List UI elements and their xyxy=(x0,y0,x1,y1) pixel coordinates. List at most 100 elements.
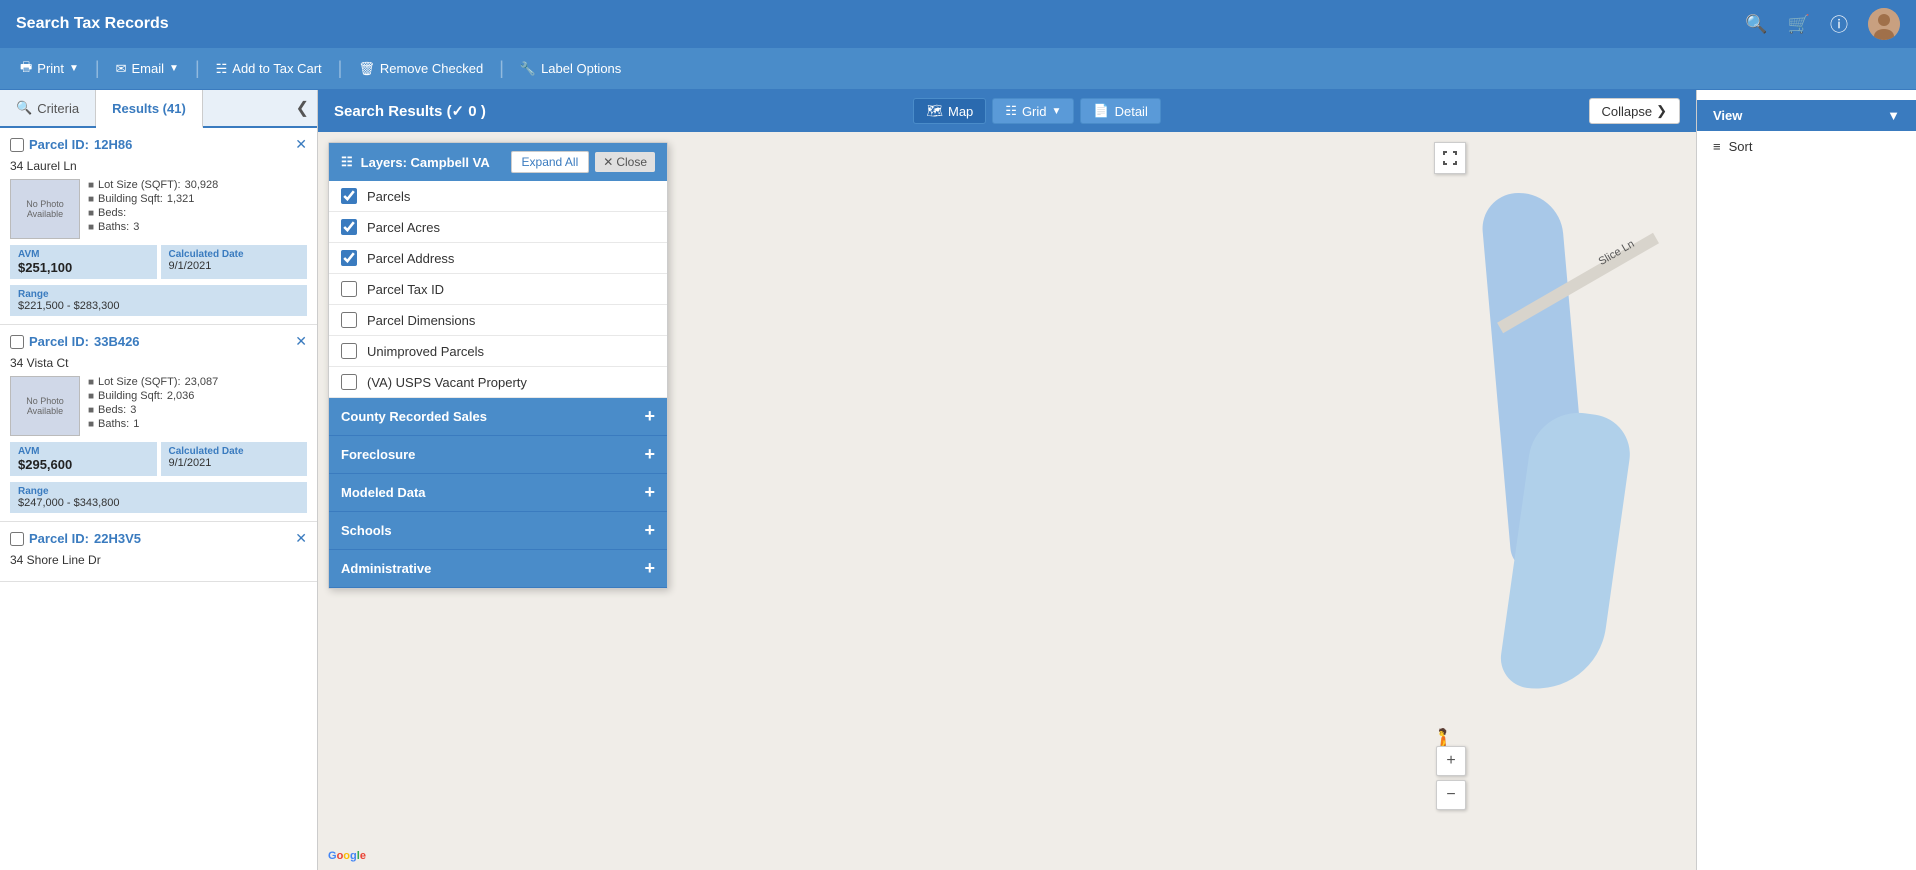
print-dropdown-icon: ▼ xyxy=(69,63,79,74)
zoom-in-button[interactable]: + xyxy=(1436,746,1466,776)
layer-checkbox-parcels[interactable] xyxy=(341,188,357,204)
parcel-address-3: 34 Shore Line Dr xyxy=(10,553,307,567)
layer-item-parcel-dimensions[interactable]: Parcel Dimensions xyxy=(329,305,667,336)
tab-results[interactable]: Results (41) xyxy=(96,90,203,128)
layer-item-parcel-acres[interactable]: Parcel Acres xyxy=(329,212,667,243)
cart-icon[interactable]: 🛒 xyxy=(1788,14,1810,35)
layer-checkbox-parcel-dimensions[interactable] xyxy=(341,312,357,328)
tax-cart-icon: ☵ xyxy=(216,61,228,77)
main-layout: 🔍 Criteria Results (41) ❮ Parcel ID: 12H… xyxy=(0,90,1916,870)
map-icon: 🗺 xyxy=(926,103,943,119)
user-avatar[interactable] xyxy=(1868,8,1900,40)
layer-item-usps-vacant[interactable]: (VA) USPS Vacant Property xyxy=(329,367,667,398)
parcel-header-1: Parcel ID: 12H86 ✕ xyxy=(10,136,307,153)
parcel-details-1: ■ Lot Size (SQFT): 30,928 ■ Building Sqf… xyxy=(88,179,307,239)
parcel-close-2[interactable]: ✕ xyxy=(295,333,307,350)
expand-all-button[interactable]: Expand All xyxy=(511,151,590,173)
label-options-button[interactable]: 🔧 Label Options xyxy=(512,57,629,81)
tab-collapse-btn[interactable]: ❮ xyxy=(288,90,317,126)
parcel-checkbox-1[interactable] xyxy=(10,138,24,152)
results-title: Search Results (✓ 0 ) xyxy=(334,102,486,120)
layer-checkbox-parcel-tax-id[interactable] xyxy=(341,281,357,297)
baths-icon: ■ xyxy=(88,222,94,233)
help-icon[interactable]: ⓘ xyxy=(1830,11,1848,37)
layers-close-button[interactable]: ✕ Close xyxy=(595,152,655,172)
parcel-header-3: Parcel ID: 22H3V5 ✕ xyxy=(10,530,307,547)
parcel-item-2: Parcel ID: 33B426 ✕ 34 Vista Ct No Photo… xyxy=(0,325,317,522)
parcel-close-1[interactable]: ✕ xyxy=(295,136,307,153)
avm-box-1: AVM $251,100 xyxy=(10,245,157,279)
fullscreen-button[interactable] xyxy=(1434,142,1466,174)
lot-size-row-1: ■ Lot Size (SQFT): 30,928 xyxy=(88,179,307,191)
parcel-list: Parcel ID: 12H86 ✕ 34 Laurel Ln No Photo… xyxy=(0,128,317,870)
parcel-close-3[interactable]: ✕ xyxy=(295,530,307,547)
layer-group-county-recorded-sales[interactable]: County Recorded Sales + xyxy=(329,398,667,436)
detail-icon: 📄 xyxy=(1093,103,1109,119)
avm-date-box-1: Calculated Date 9/1/2021 xyxy=(161,245,308,279)
add-to-tax-cart-button[interactable]: ☵ Add to Tax Cart xyxy=(208,57,330,81)
parcel-details-2: ■ Lot Size (SQFT): 23,087 ■ Building Sqf… xyxy=(88,376,307,436)
layer-checkbox-unimproved-parcels[interactable] xyxy=(341,343,357,359)
lot-size-icon-2: ■ xyxy=(88,377,94,388)
layers-title: ☷ Layers: Campbell VA xyxy=(341,154,490,170)
range-box-1: Range $221,500 - $283,300 xyxy=(10,285,307,316)
tab-bar: 🔍 Criteria Results (41) ❮ xyxy=(0,90,317,128)
baths-row-1: ■ Baths: 3 xyxy=(88,221,307,233)
parcel-id-3: Parcel ID: 22H3V5 xyxy=(10,531,141,546)
email-icon: ✉ xyxy=(116,61,127,77)
parcel-checkbox-3[interactable] xyxy=(10,532,24,546)
layer-checkbox-parcel-address[interactable] xyxy=(341,250,357,266)
layer-group-plus-4: + xyxy=(644,520,655,541)
print-icon: 🖶 xyxy=(20,58,32,80)
avm-date-box-2: Calculated Date 9/1/2021 xyxy=(161,442,308,476)
print-button[interactable]: 🖶 Print ▼ xyxy=(12,54,87,84)
layer-item-unimproved-parcels[interactable]: Unimproved Parcels xyxy=(329,336,667,367)
parcel-id-2: Parcel ID: 33B426 xyxy=(10,334,140,349)
map-container: Slice Ln ☷ Layers: Campbell VA Expand Al… xyxy=(318,132,1696,870)
layer-group-plus-3: + xyxy=(644,482,655,503)
map-view-button[interactable]: 🗺 Map xyxy=(913,98,986,124)
bldg-icon-2: ■ xyxy=(88,391,94,402)
results-area: Search Results (✓ 0 ) 🗺 Map ☷ Grid ▼ 📄 D… xyxy=(318,90,1696,870)
email-button[interactable]: ✉ Email ▼ xyxy=(108,57,187,81)
layer-group-administrative[interactable]: Administrative + xyxy=(329,550,667,588)
parcel-item: Parcel ID: 12H86 ✕ 34 Laurel Ln No Photo… xyxy=(0,128,317,325)
grid-dropdown-icon: ▼ xyxy=(1052,106,1062,117)
layer-checkbox-parcel-acres[interactable] xyxy=(341,219,357,235)
remove-checked-button[interactable]: 🗑 Remove Checked xyxy=(350,57,491,81)
search-icon[interactable]: 🔍 xyxy=(1745,14,1767,35)
map-background: Slice Ln ☷ Layers: Campbell VA Expand Al… xyxy=(318,132,1696,870)
trash-icon: 🗑 xyxy=(358,61,375,77)
layer-group-modeled-data[interactable]: Modeled Data + xyxy=(329,474,667,512)
parcel-header-2: Parcel ID: 33B426 ✕ xyxy=(10,333,307,350)
top-header: Search Tax Records 🔍 🛒 ⓘ xyxy=(0,0,1916,48)
left-panel: 🔍 Criteria Results (41) ❮ Parcel ID: 12H… xyxy=(0,90,318,870)
parcel-thumb-2: No Photo Available xyxy=(10,376,80,436)
zoom-out-button[interactable]: − xyxy=(1436,780,1466,810)
beds-icon: ■ xyxy=(88,208,94,219)
tab-criteria[interactable]: 🔍 Criteria xyxy=(0,90,96,126)
collapse-button[interactable]: Collapse ❯ xyxy=(1589,98,1681,124)
beds-row-1: ■ Beds: xyxy=(88,207,307,219)
layer-item-parcel-tax-id[interactable]: Parcel Tax ID xyxy=(329,274,667,305)
header-icons: 🔍 🛒 ⓘ xyxy=(1745,8,1900,40)
sort-item[interactable]: ≡ Sort xyxy=(1697,131,1916,162)
parcel-address-2: 34 Vista Ct xyxy=(10,356,307,370)
view-chevron-icon: ▼ xyxy=(1887,108,1900,123)
criteria-search-icon: 🔍 xyxy=(16,100,32,116)
layer-group-schools[interactable]: Schools + xyxy=(329,512,667,550)
detail-view-button[interactable]: 📄 Detail xyxy=(1080,98,1160,124)
sort-icon: ≡ xyxy=(1713,139,1721,154)
layer-item-parcel-address[interactable]: Parcel Address xyxy=(329,243,667,274)
bldg-icon: ■ xyxy=(88,194,94,205)
view-dropdown[interactable]: View ▼ xyxy=(1697,100,1916,131)
parcel-checkbox-2[interactable] xyxy=(10,335,24,349)
layer-group-plus-2: + xyxy=(644,444,655,465)
grid-view-button[interactable]: ☷ Grid ▼ xyxy=(992,98,1074,124)
layer-checkbox-usps-vacant[interactable] xyxy=(341,374,357,390)
layer-group-foreclosure[interactable]: Foreclosure + xyxy=(329,436,667,474)
layer-item-parcels[interactable]: Parcels xyxy=(329,181,667,212)
separator-3: | xyxy=(338,58,343,79)
bldg-sqft-row-1: ■ Building Sqft: 1,321 xyxy=(88,193,307,205)
google-logo: Google xyxy=(328,850,366,862)
